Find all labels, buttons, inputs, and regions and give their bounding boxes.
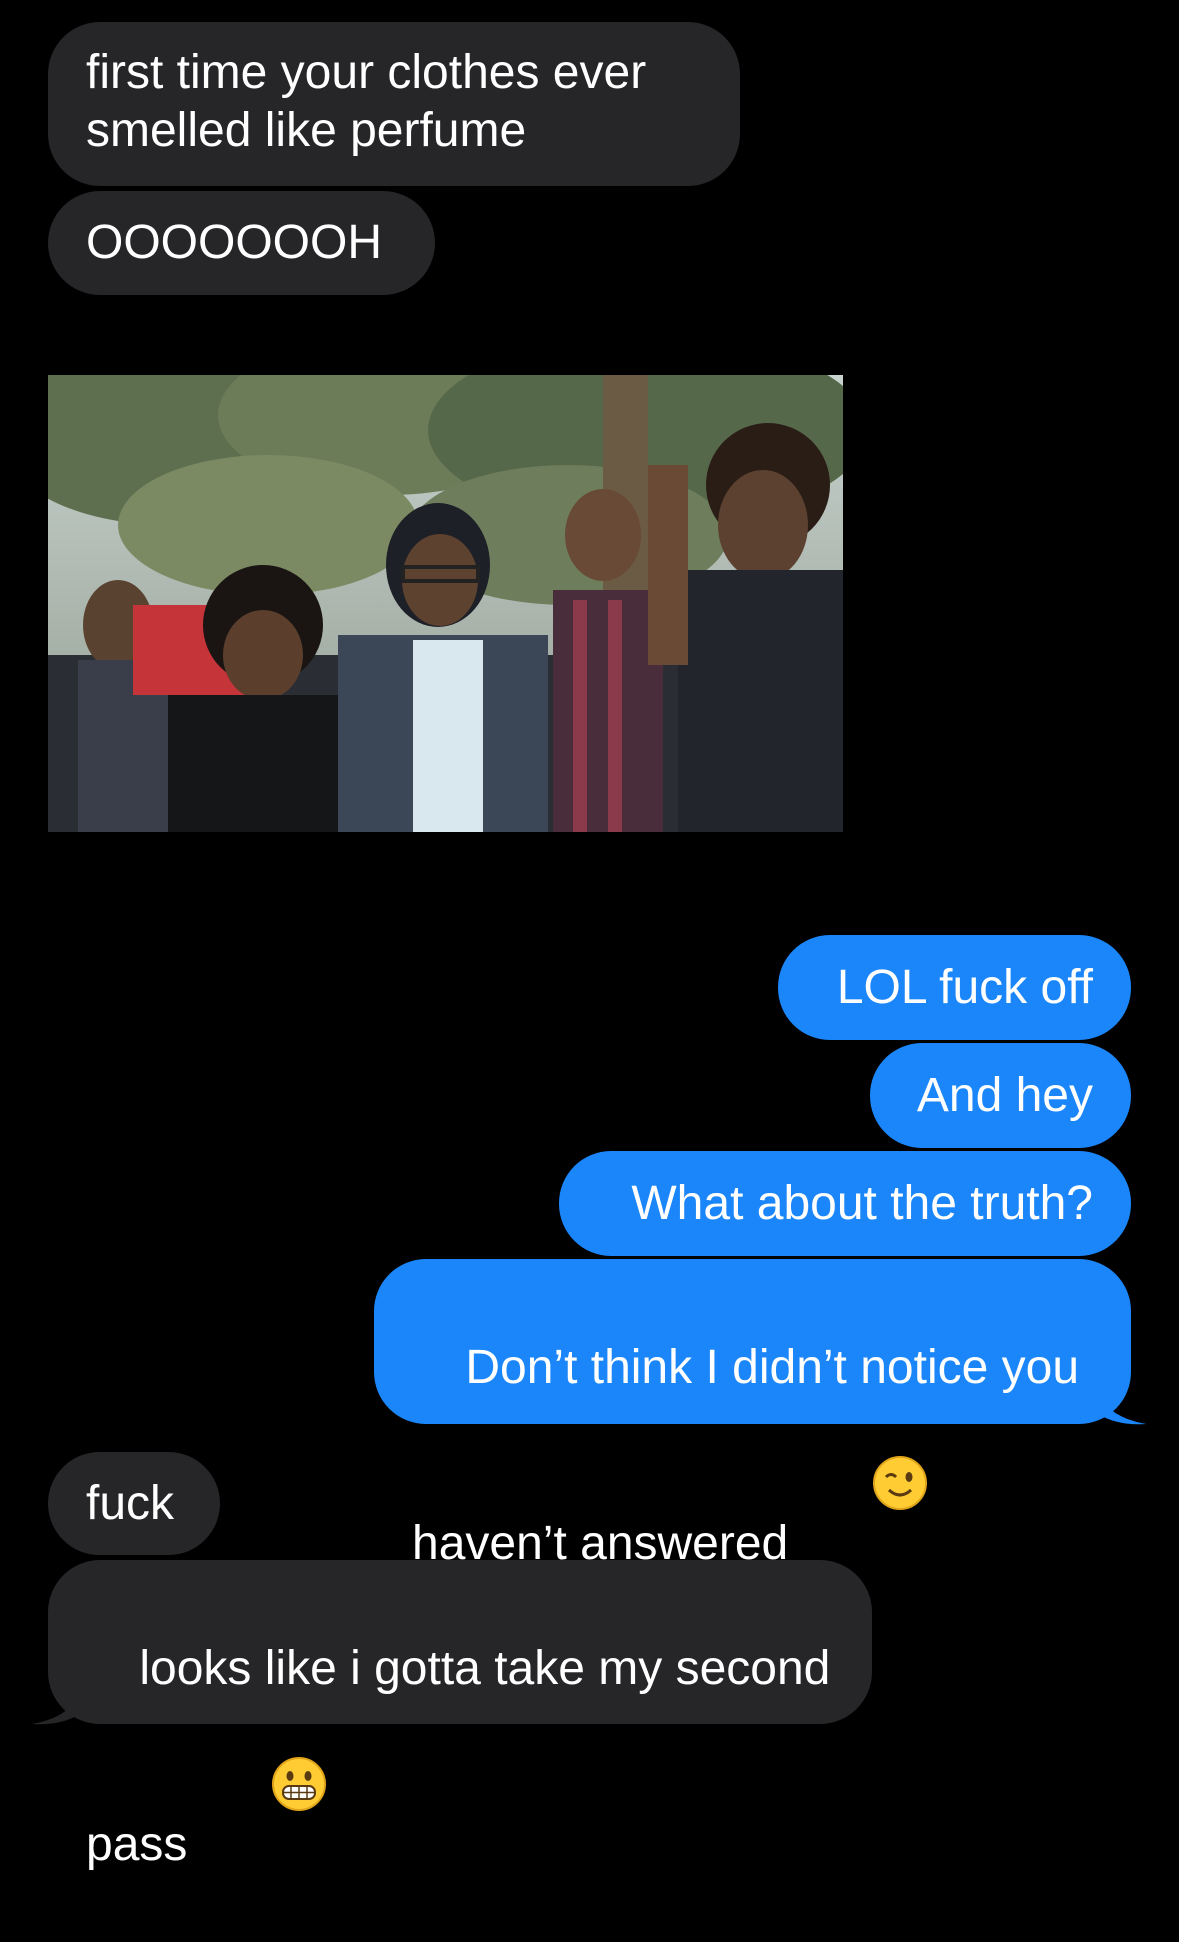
message-text: What about the truth? [631, 1176, 1093, 1230]
message-bubble-outgoing[interactable]: LOL fuck off [778, 935, 1131, 1040]
message-bubble-incoming[interactable]: fuck [48, 1452, 220, 1555]
message-text: first time your clothes ever smelled lik… [86, 46, 647, 157]
message-bubble-incoming[interactable]: looks like i gotta take my second pass [48, 1560, 872, 1871]
message-bubble-incoming[interactable]: first time your clothes ever smelled lik… [48, 22, 740, 186]
message-text: Don’t think I didn’t notice you haven’t … [412, 1341, 1080, 1570]
grimacing-face-icon [191, 1698, 327, 1884]
message-bubble-outgoing[interactable]: And hey [870, 1043, 1131, 1148]
message-text: LOL fuck off [836, 960, 1093, 1014]
message-text: fuck [86, 1476, 175, 1530]
reaction-gif-image [0, 335, 868, 832]
message-text-wrap: looks like i gotta take my second pass [86, 1582, 830, 1942]
message-bubble-incoming[interactable]: OOOOOOOH [48, 191, 435, 295]
message-text: OOOOOOOH [86, 216, 383, 269]
winking-face-icon [792, 1397, 928, 1583]
bubble-tail-outgoing [1098, 1386, 1146, 1425]
message-image[interactable] [0, 335, 868, 832]
message-bubble-outgoing[interactable]: Don’t think I didn’t notice you haven’t … [374, 1259, 1131, 1570]
message-text: And hey [916, 1068, 1093, 1122]
message-bubble-outgoing[interactable]: What about the truth? [559, 1151, 1131, 1256]
bubble-tail-incoming [32, 1686, 80, 1725]
